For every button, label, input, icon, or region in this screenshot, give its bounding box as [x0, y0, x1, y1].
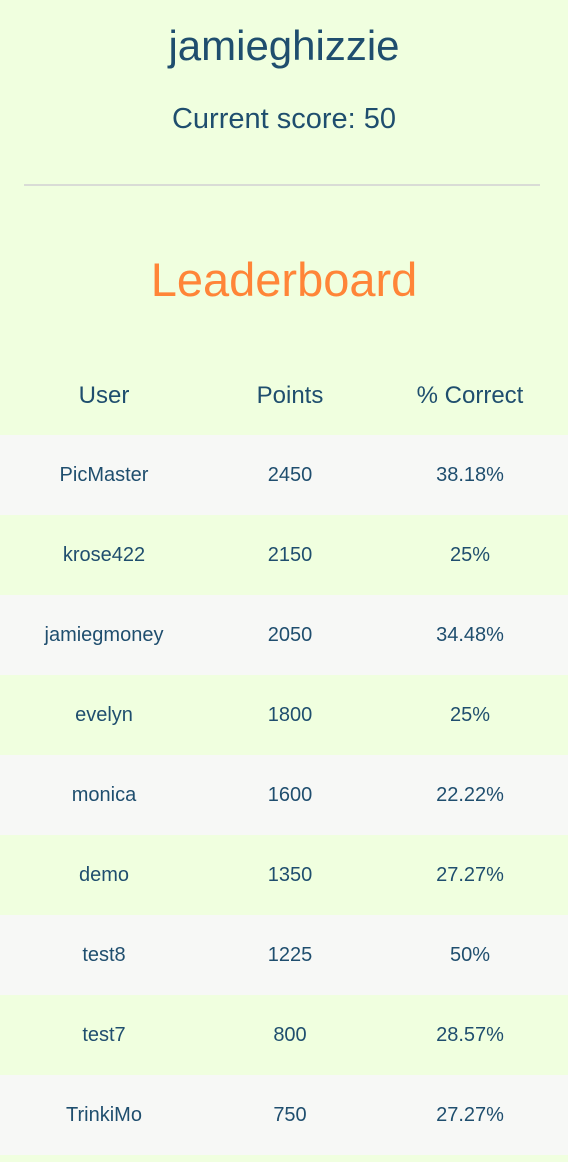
column-header-user: User — [78, 382, 130, 409]
cell-user: demo — [78, 863, 130, 886]
cell-points: 800 — [273, 1023, 307, 1046]
table-header-row: User Points % Correct — [0, 357, 568, 435]
cell-points: 2150 — [267, 543, 313, 566]
cell-percent-correct: 38.18% — [436, 463, 504, 486]
cell-points: 2050 — [267, 623, 313, 646]
cell-percent-correct: 27.27% — [436, 1103, 504, 1126]
current-score: Current score: 50 — [171, 103, 397, 135]
cell-percent-correct: 34.48% — [436, 623, 504, 646]
cell-percent-correct: 22.22% — [436, 783, 504, 806]
table-row: evelyn 1800 25% — [0, 675, 568, 755]
table-row: test7 800 28.57% — [0, 995, 568, 1075]
cell-user: monica — [71, 783, 137, 806]
cell-user: PicMaster — [59, 463, 149, 486]
leaderboard-title: Leaderboard — [150, 253, 418, 306]
cell-user: test8 — [82, 943, 126, 966]
cell-user: test7 — [82, 1023, 126, 1046]
column-header-points: Points — [256, 382, 324, 409]
cell-points: 1600 — [267, 783, 313, 806]
table-row: demo 1350 27.27% — [0, 835, 568, 915]
cell-user: krose422 — [62, 543, 146, 566]
cell-user: jamiegmoney — [44, 623, 164, 646]
divider — [24, 184, 540, 186]
cell-percent-correct: 27.27% — [436, 863, 504, 886]
cell-points: 1350 — [267, 863, 313, 886]
cell-points: 750 — [273, 1103, 307, 1126]
username-heading: jamieghizzie — [168, 22, 400, 69]
cell-percent-correct: 25% — [449, 703, 491, 726]
cell-percent-correct: 25% — [449, 543, 491, 566]
cell-percent-correct: 50% — [449, 943, 491, 966]
cell-points: 1800 — [267, 703, 313, 726]
table-row: krose422 2150 25% — [0, 515, 568, 595]
leaderboard-table: User Points % Correct PicMaster 2450 38.… — [0, 357, 568, 1155]
cell-percent-correct: 28.57% — [436, 1023, 504, 1046]
table-row: monica 1600 22.22% — [0, 755, 568, 835]
table-row: TrinkiMo 750 27.27% — [0, 1075, 568, 1155]
cell-points: 2450 — [267, 463, 313, 486]
table-row: test8 1225 50% — [0, 915, 568, 995]
cell-user: evelyn — [75, 703, 133, 726]
table-row: PicMaster 2450 38.18% — [0, 435, 568, 515]
column-header-percent-correct: % Correct — [416, 382, 524, 409]
cell-points: 1225 — [267, 943, 313, 966]
table-row: jamiegmoney 2050 34.48% — [0, 595, 568, 675]
cell-user: TrinkiMo — [66, 1103, 142, 1126]
